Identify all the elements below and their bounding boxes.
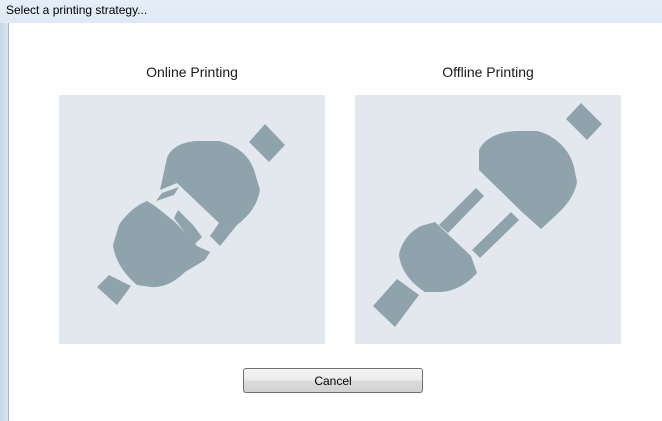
online-printing-label: Online Printing [146, 64, 238, 80]
offline-printing-label: Offline Printing [442, 64, 534, 80]
online-printing-option: Online Printing [59, 23, 325, 353]
dialog-window: Select a printing strategy... Online Pri… [0, 0, 662, 421]
online-printing-button[interactable] [59, 95, 325, 344]
offline-printing-button[interactable] [355, 95, 621, 344]
window-title: Select a printing strategy... [6, 3, 148, 17]
offline-printing-option: Offline Printing [355, 23, 621, 353]
plug-disconnected-icon [373, 103, 602, 327]
window-frame-edge [0, 23, 9, 421]
dialog-content: Online Printing Offline Printing Cancel [9, 23, 662, 421]
cancel-button[interactable]: Cancel [243, 368, 423, 393]
plug-connected-icon [97, 124, 285, 305]
